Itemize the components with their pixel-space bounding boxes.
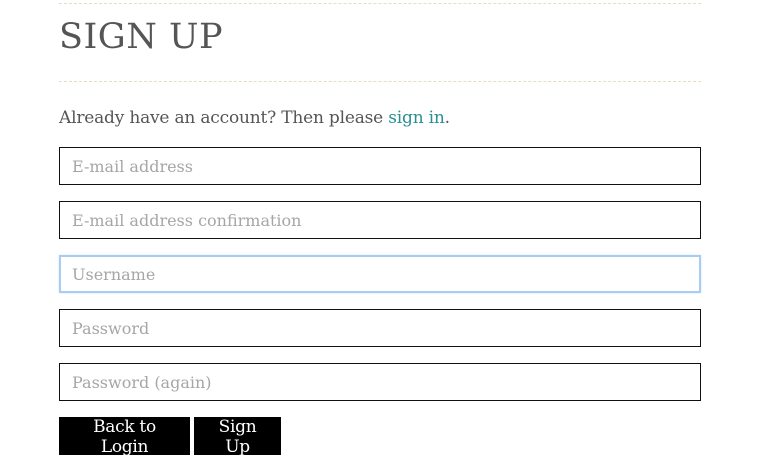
username-field[interactable] bbox=[59, 255, 701, 293]
password-field[interactable] bbox=[59, 309, 701, 347]
signup-page: SIGN UP Already have an account? Then pl… bbox=[0, 0, 765, 469]
password-again-field[interactable] bbox=[59, 363, 701, 401]
sign-in-link[interactable]: sign in bbox=[388, 108, 445, 128]
email-confirmation-field[interactable] bbox=[59, 201, 701, 239]
page-title: SIGN UP bbox=[59, 17, 224, 57]
title-divider bbox=[59, 81, 701, 82]
top-divider bbox=[59, 3, 701, 4]
back-to-login-button[interactable]: Back to Login bbox=[59, 417, 190, 457]
signin-prompt: Already have an account? Then please sig… bbox=[59, 106, 450, 130]
signin-prompt-suffix: . bbox=[444, 108, 450, 128]
sign-up-button[interactable]: Sign Up bbox=[194, 417, 281, 457]
signin-prompt-text: Already have an account? Then please bbox=[59, 108, 384, 128]
email-field[interactable] bbox=[59, 147, 701, 185]
